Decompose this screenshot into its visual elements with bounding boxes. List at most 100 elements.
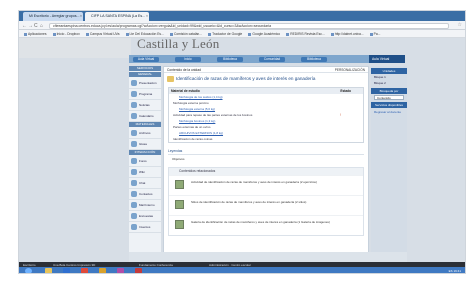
table-row: Identificación de razas ovinas: [173, 137, 213, 141]
explorer-icon[interactable]: [45, 268, 52, 273]
aula-virtual-label[interactable]: Aula Virtual: [369, 55, 405, 63]
glossary-icon: [131, 141, 137, 147]
home-icon[interactable]: ⌂: [40, 23, 43, 29]
bookmark-google-academico[interactable]: Google Académico: [248, 30, 280, 37]
nav-item-chat[interactable]: Chat: [129, 178, 161, 189]
bookmark-aplicaciones[interactable]: Aplicaciones: [24, 30, 47, 37]
reload-icon[interactable]: C: [34, 23, 38, 29]
menu-comunidad[interactable]: Comunidad: [259, 56, 285, 62]
section-label: Leyendas: [168, 149, 183, 153]
related-row[interactable]: Galería de identificación de razas de ma…: [169, 215, 363, 235]
bookmark-star-icon[interactable]: ☆: [458, 22, 462, 28]
word-icon[interactable]: [63, 268, 70, 273]
services-heading: Servicios disponibles: [371, 102, 407, 108]
materials-table: Material de estudio Estado Morfología de…: [168, 87, 364, 143]
nav-item-programa[interactable]: Programa: [129, 89, 161, 100]
menu-aula-virtual[interactable]: Aula Virtual: [133, 56, 159, 62]
main-content: Contenido de la unidad PERSONALIZACIÓN I…: [163, 66, 369, 262]
related-title: Contenidos relacionados: [169, 168, 363, 175]
start-icon[interactable]: [25, 268, 32, 273]
close-tab-icon[interactable]: ×: [146, 14, 148, 18]
bookmark-comision[interactable]: Comisión catalán...: [170, 30, 202, 37]
sites-thumbnail: [175, 200, 184, 209]
nav-item-encuestas[interactable]: Encuestas: [129, 211, 161, 222]
folder-app-icon[interactable]: [99, 268, 106, 273]
bookmark-dropbox[interactable]: Inicio - Dropbox: [53, 30, 80, 37]
breadcrumb-text[interactable]: Contenido de la unidad: [167, 68, 201, 72]
monitor-screen: Mi Escritorio - Arreglar grupos... × CIF…: [18, 10, 466, 274]
powerpoint-icon[interactable]: [135, 268, 142, 273]
forward-icon[interactable]: →: [28, 23, 33, 29]
unit-heading: Identificación de razas de mamíferos y a…: [164, 73, 368, 85]
page-footer: [129, 252, 407, 262]
tab-mi-escritorio[interactable]: Mi Escritorio - Arreglar grupos... ×: [23, 12, 83, 21]
nav-item-noticias[interactable]: Noticias: [129, 100, 161, 111]
nav-section-interaccion: INTERACCIÓN: [129, 150, 161, 155]
tab-label: CIFP LA SANTA ESPINA (La Es...: [91, 14, 146, 18]
nav-item-mail-interno[interactable]: Mail Interno: [129, 200, 161, 211]
nav-item-contactos[interactable]: Contactos: [129, 189, 161, 200]
search-heading: Búsqueda por: [371, 88, 407, 94]
menu-biblioteca-2[interactable]: Biblioteca: [301, 56, 327, 62]
objectives-link[interactable]: Objetivos: [172, 157, 360, 161]
nav-item-foros[interactable]: Foros: [129, 156, 161, 167]
back-icon[interactable]: ←: [22, 23, 27, 29]
url-input[interactable]: cfieeantaespina.centros.educa.jcyl.es/au…: [49, 22, 449, 29]
gallery-thumbnail: [175, 220, 184, 229]
bookmark-more[interactable]: Pa...: [370, 30, 381, 37]
nav-item-inventos[interactable]: Inventos: [129, 222, 161, 233]
windows-taskbar: ES 19:41: [19, 267, 465, 273]
activity-thumbnail: [175, 180, 184, 189]
tab-cifp-santa-espina[interactable]: CIFP LA SANTA ESPINA (La Es... ×: [85, 12, 149, 21]
bookmark-traductor[interactable]: Traductor de Google: [208, 30, 242, 37]
top-menu: Aula Virtual Inicio Biblioteca Comunidad…: [129, 55, 369, 63]
tab-label: Mi Escritorio - Arreglar grupos...: [29, 14, 80, 18]
related-row[interactable]: Sitios de identificación de razas de mam…: [169, 195, 363, 215]
contacts-icon: [131, 191, 137, 197]
bookmark-dalnet[interactable]: http://dalnet.univa...: [331, 30, 364, 37]
site-title: Castilla y León: [137, 38, 220, 51]
media-icon[interactable]: [117, 268, 124, 273]
status-item[interactable]: Una Bola Centros Impresión 3D: [53, 263, 95, 267]
inventions-icon: [131, 224, 137, 230]
nav-section-general: GENERAL: [129, 72, 161, 77]
web-page: Castilla y León Aula Virtual Inicio Bibl…: [19, 38, 465, 262]
bookmark-campus-virtual[interactable]: Campus Virtual UVa: [86, 30, 120, 37]
related-contents: Contenidos relacionados Actividad de ide…: [168, 167, 364, 236]
unit-block-2[interactable]: Bloque 2: [371, 80, 407, 86]
folder-icon: [167, 76, 174, 82]
nav-item-presentacion[interactable]: Presentación: [129, 78, 161, 89]
page-title: Identificación de razas de mamíferos y a…: [176, 76, 316, 81]
nav-item-wiki[interactable]: Wiki: [129, 167, 161, 178]
nav-item-glosa[interactable]: Glosa: [129, 139, 161, 150]
address-bar-row: ← → C ⌂ cfieeantaespina.centros.educa.jc…: [19, 21, 465, 30]
banner-blank: [19, 38, 131, 58]
close-tab-icon[interactable]: ×: [80, 14, 82, 18]
status-item[interactable]: Escritorio: [23, 263, 36, 267]
calendar-icon: [131, 113, 137, 119]
menu-biblioteca[interactable]: Biblioteca: [217, 56, 243, 62]
wiki-icon: [131, 169, 137, 175]
status-item[interactable]: Administración · Centro escolar: [209, 263, 251, 267]
related-row[interactable]: Actividad de identificación de razas de …: [169, 175, 363, 195]
nav-section-servicios: SERVICIOS: [129, 66, 161, 71]
status-item[interactable]: Fundamento Conferencia: [139, 263, 173, 267]
search-select[interactable]: Contenido: [374, 95, 404, 100]
system-tray[interactable]: ES 19:41: [449, 269, 461, 273]
news-icon: [131, 102, 137, 108]
chat-icon: [131, 180, 137, 186]
forum-icon: [131, 158, 137, 164]
chrome-icon[interactable]: [81, 268, 88, 273]
bookmark-rediris[interactable]: REDIRIS Revista Esc...: [286, 30, 324, 37]
photo-frame: Mi Escritorio - Arreglar grupos... × CIF…: [0, 0, 474, 292]
mail-icon: [131, 202, 137, 208]
nav-item-archivos[interactable]: Archivos: [129, 128, 161, 139]
program-icon: [131, 91, 137, 97]
nav-item-calendario[interactable]: Calendario: [129, 111, 161, 122]
folder-icon: [131, 130, 137, 136]
return-teacher-link[interactable]: Regresar al docente: [371, 108, 407, 116]
menu-inicio[interactable]: Inicio: [175, 56, 201, 62]
column-material: Material de estudio: [171, 89, 200, 93]
right-column: Unidades Bloque 1 Bloque 2 Búsqueda por …: [371, 66, 407, 262]
bookmark-educacion[interactable]: Lte Del Educación Es...: [126, 30, 164, 37]
